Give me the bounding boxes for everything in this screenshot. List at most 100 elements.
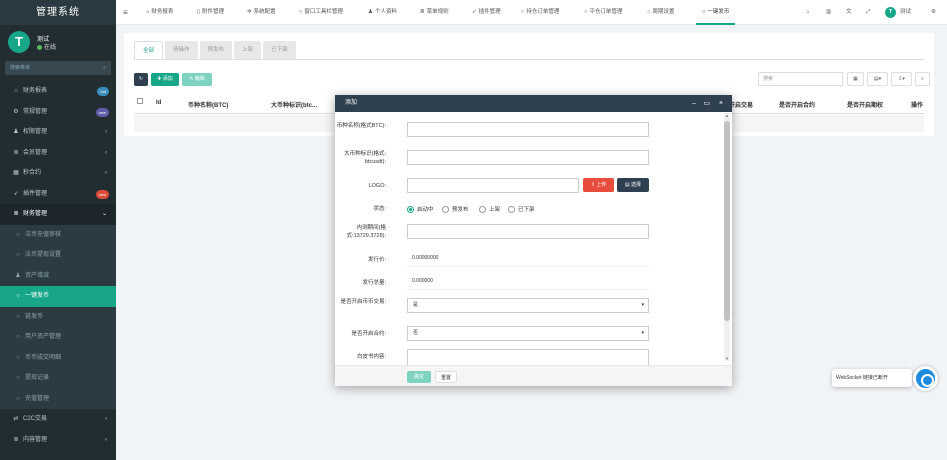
status-radio-prerelease[interactable]: 预发布 [442, 205, 469, 213]
sidebar-item-14[interactable]: ○ 提现记录 [0, 368, 116, 389]
columns-icon: ▤▾ [873, 76, 882, 82]
tab-plugins[interactable]: ➶ 插件管理 [472, 0, 501, 25]
filter-tab-pending[interactable]: 待操作 [165, 41, 198, 59]
websocket-status-icon[interactable] [913, 366, 938, 391]
dialog-footer: 确定 重置 [335, 365, 732, 386]
user-status: 在线 [37, 42, 56, 51]
sidebar-item-label: 权限管理 [23, 129, 48, 135]
maximize-icon[interactable]: ▭ [703, 95, 710, 112]
sidebar-item-11[interactable]: ○ 链发币 [0, 306, 116, 327]
advanced-search-button[interactable]: ⌕ [915, 72, 930, 86]
sidebar-item-label: 币币成交明细 [25, 354, 62, 361]
trade-select[interactable]: 是 ▾ [407, 298, 649, 313]
minimize-icon[interactable]: – [692, 95, 696, 112]
intro-textarea[interactable] [407, 349, 649, 365]
status-radio-delisted[interactable]: 已下架 [508, 205, 535, 213]
select-all-checkbox[interactable] [137, 98, 143, 104]
price-input[interactable]: 0.00000000 [407, 252, 649, 267]
sidebar-item-6[interactable]: ≣ 财务管理 ⌄ [0, 204, 116, 225]
dialog-header[interactable]: 添加 – ▭ × [335, 95, 732, 112]
col-contract-enabled[interactable]: 是否开启合约 [779, 100, 815, 109]
filter-tab-listed[interactable]: 上架 [234, 41, 262, 59]
app-logo[interactable]: 管理系统 [0, 0, 116, 25]
translate-icon[interactable]: 文 [846, 0, 852, 25]
symbol-input[interactable] [407, 150, 649, 165]
sidebar-item-9[interactable]: ♟ 资产增减 [0, 265, 116, 286]
tab-period-settings[interactable]: ○ 周期设置 [647, 0, 674, 25]
trash-icon[interactable]: ▥ [826, 0, 831, 25]
tab-finance-report[interactable]: ⌂ 财务报表 [146, 0, 173, 25]
status-radio-starting[interactable]: 启动中 [407, 205, 434, 213]
tab-close-orders[interactable]: ○ 平仓订单管理 [584, 0, 622, 25]
choose-button[interactable]: ▤ 选择 [617, 178, 649, 192]
user-panel: T 测试 在线 [0, 25, 116, 61]
col-coin-name[interactable]: 币种名称(BTC) [188, 100, 228, 109]
topbar-user-name[interactable]: 测试 [900, 0, 911, 25]
filter-tab-all[interactable]: 全部 [134, 41, 164, 59]
settings-icon[interactable]: ⚙ [931, 0, 936, 25]
col-options-enabled[interactable]: 是否开启期权 [847, 100, 883, 109]
columns-button[interactable]: ▤▾ [867, 72, 888, 86]
sidebar-item-10[interactable]: ○ 一键发币 [0, 286, 116, 307]
sidebar-item-17[interactable]: ≣ 内容管理 ‹ [0, 430, 116, 451]
time-input[interactable] [407, 224, 649, 239]
sidebar-item-7[interactable]: ○ 法币充值审核 [0, 224, 116, 245]
tab-one-click-coin[interactable]: ○ 一键发币 [696, 0, 736, 25]
circle-icon: ○ [702, 9, 706, 15]
user-avatar-small[interactable]: T [885, 7, 896, 18]
filter-tabs: 全部 待操作 预发布 上架 已下架 [134, 41, 298, 59]
menu-toggle-icon[interactable]: ≡ [123, 0, 128, 25]
sidebar-item-8[interactable]: ○ 法币提现设置 [0, 245, 116, 266]
fullscreen-icon[interactable]: ⤢ [866, 0, 870, 25]
supply-label: 发行总量: [362, 280, 386, 286]
sidebar-item-13[interactable]: ○ 币币成交明细 [0, 347, 116, 368]
col-symbol[interactable]: 大币种标识(btc... [271, 100, 317, 109]
sidebar-item-2[interactable]: ♟ 权限管理 ‹ [0, 122, 116, 143]
sidebar-menu: ⌂ 财务报表 hot ⚙ 常规管理 new ♟ 权限管理 ‹ ≣ 会员管理 ‹ ▦ 秒合约 ‹ ➶ 插件管理 ne… [0, 81, 116, 450]
symbol-label: 大币种标识(格式: btcusdt): [344, 151, 386, 165]
filter-tab-delisted[interactable]: 已下架 [263, 41, 296, 59]
scroll-up-icon[interactable]: ▲ [724, 113, 730, 118]
contract-select[interactable]: 否 ▾ [407, 326, 649, 341]
tab-window-toolbar[interactable]: ○ 窗口工具栏管理 [299, 0, 343, 25]
sidebar-item-16[interactable]: ⇄ C2C交易 ‹ [0, 409, 116, 430]
sidebar-search-placeholder: 搜索菜单 [10, 65, 31, 71]
sidebar-item-3[interactable]: ≣ 会员管理 ‹ [0, 143, 116, 164]
refresh-button[interactable]: ↻ [134, 73, 148, 86]
filter-tab-prerelease[interactable]: 预发布 [199, 41, 233, 59]
confirm-button[interactable]: 确定 [407, 371, 431, 383]
export-button[interactable]: ⇩▾ [891, 72, 912, 86]
edit-button[interactable]: ✎ 编辑 [182, 73, 212, 86]
upload-button[interactable]: ⇪ 上传 [583, 178, 614, 192]
supply-input[interactable]: 0.000000 [407, 275, 649, 290]
sidebar-item-12[interactable]: ○ 用户资产管理 [0, 327, 116, 348]
add-button[interactable]: ✚ 添加 [151, 73, 179, 86]
sidebar-item-0[interactable]: ⌂ 财务报表 hot [0, 81, 116, 102]
sidebar-search-input[interactable]: 搜索菜单 ⌕ [5, 61, 111, 75]
sidebar-item-1[interactable]: ⚙ 常规管理 new [0, 102, 116, 123]
sidebar-item-15[interactable]: ○ 充值管理 [0, 388, 116, 409]
status-radio-listed[interactable]: 上架 [479, 205, 500, 213]
logo-input[interactable] [407, 178, 579, 193]
search-icon[interactable]: ⌕ [103, 61, 106, 75]
circle-icon: ○ [16, 354, 20, 361]
tab-attachments[interactable]: ▯ 附件管理 [197, 0, 224, 25]
reset-button[interactable]: 重置 [435, 371, 457, 383]
scroll-thumb[interactable] [724, 121, 730, 321]
toggle-view-button[interactable]: ▦ [847, 72, 864, 86]
sidebar-item-label: 会员管理 [23, 149, 48, 156]
table-search-input[interactable]: 搜索 [758, 72, 843, 86]
col-id[interactable]: Id [156, 100, 161, 106]
avatar[interactable]: T [8, 31, 30, 53]
dialog-scrollbar[interactable]: ▲ ▼ [724, 113, 730, 361]
name-input[interactable] [407, 122, 649, 137]
tab-position-orders[interactable]: ○ 持仓订单管理 [521, 0, 559, 25]
scroll-down-icon[interactable]: ▼ [724, 356, 730, 361]
sidebar-item-5[interactable]: ➶ 插件管理 new [0, 184, 116, 205]
sidebar-item-4[interactable]: ▦ 秒合约 ‹ [0, 163, 116, 184]
home-icon[interactable]: ⌂ [806, 0, 809, 25]
close-icon[interactable]: × [719, 95, 723, 112]
tab-menu-rules[interactable]: ≣ 菜单规则 [420, 0, 449, 25]
tab-system-config[interactable]: ✲ 系统配置 [247, 0, 276, 25]
tab-profile[interactable]: ♟ 个人资料 [368, 0, 397, 25]
